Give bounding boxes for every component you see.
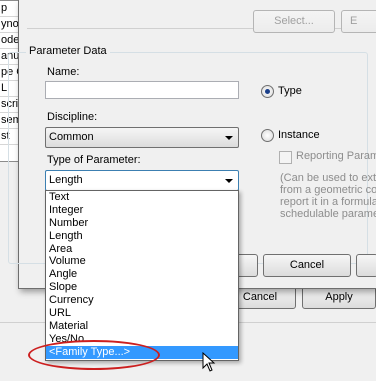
- dropdown-option[interactable]: Angle: [46, 268, 238, 281]
- cancel-button[interactable]: Cancel: [263, 254, 351, 277]
- dropdown-option[interactable]: Currency: [46, 294, 238, 307]
- type-radio-label: Type: [278, 85, 302, 97]
- instance-radio-label: Instance: [278, 129, 320, 141]
- type-of-parameter-label: Type of Parameter:: [47, 154, 141, 166]
- type-radio[interactable]: [261, 85, 274, 98]
- name-label: Name:: [47, 66, 80, 78]
- type-of-parameter-value: Length: [49, 174, 83, 186]
- export-button[interactable]: E: [341, 10, 376, 33]
- name-field[interactable]: [45, 81, 239, 99]
- help-button[interactable]: [356, 254, 376, 277]
- dropdown-option[interactable]: Text: [46, 191, 238, 204]
- help-text-line: schedulable parame: [280, 208, 376, 220]
- chevron-down-icon: [225, 179, 233, 183]
- reporting-parameter-checkbox[interactable]: [279, 151, 292, 164]
- reporting-parameter-label: Reporting Parame: [296, 150, 376, 162]
- dropdown-option[interactable]: Area: [46, 243, 238, 256]
- dropdown-option[interactable]: Length: [46, 230, 238, 243]
- dropdown-option[interactable]: Number: [46, 217, 238, 230]
- chevron-down-icon: [225, 136, 233, 140]
- dropdown-option[interactable]: Volume: [46, 255, 238, 268]
- dropdown-option[interactable]: Slope: [46, 281, 238, 294]
- help-text-line: (Can be used to ext: [280, 172, 376, 184]
- list-item[interactable]: p: [0, 1, 20, 17]
- type-of-parameter-dropdown-list: Text Integer Number Length Area Volume A…: [45, 190, 239, 361]
- dropdown-option[interactable]: Integer: [46, 204, 238, 217]
- dropdown-option[interactable]: URL: [46, 307, 238, 320]
- select-button[interactable]: Select...: [253, 10, 335, 33]
- help-text-line: report it in a formula: [280, 196, 376, 208]
- discipline-value: Common: [49, 131, 94, 143]
- ok-button[interactable]: [236, 254, 258, 277]
- parameter-data-group-title: Parameter Data: [26, 45, 110, 57]
- type-of-parameter-select[interactable]: Length: [45, 170, 239, 191]
- list-item[interactable]: ode: [0, 33, 20, 49]
- discipline-select[interactable]: Common: [45, 127, 239, 148]
- background-apply-button[interactable]: Apply: [302, 286, 376, 309]
- instance-radio[interactable]: [261, 129, 274, 142]
- dropdown-option[interactable]: Material: [46, 320, 238, 333]
- discipline-label: Discipline:: [47, 111, 98, 123]
- list-item[interactable]: ynonyn: [0, 17, 20, 33]
- help-text-line: from a geometric co: [280, 184, 376, 196]
- highlight-ellipse: [28, 340, 160, 370]
- mouse-cursor-icon: [202, 352, 216, 372]
